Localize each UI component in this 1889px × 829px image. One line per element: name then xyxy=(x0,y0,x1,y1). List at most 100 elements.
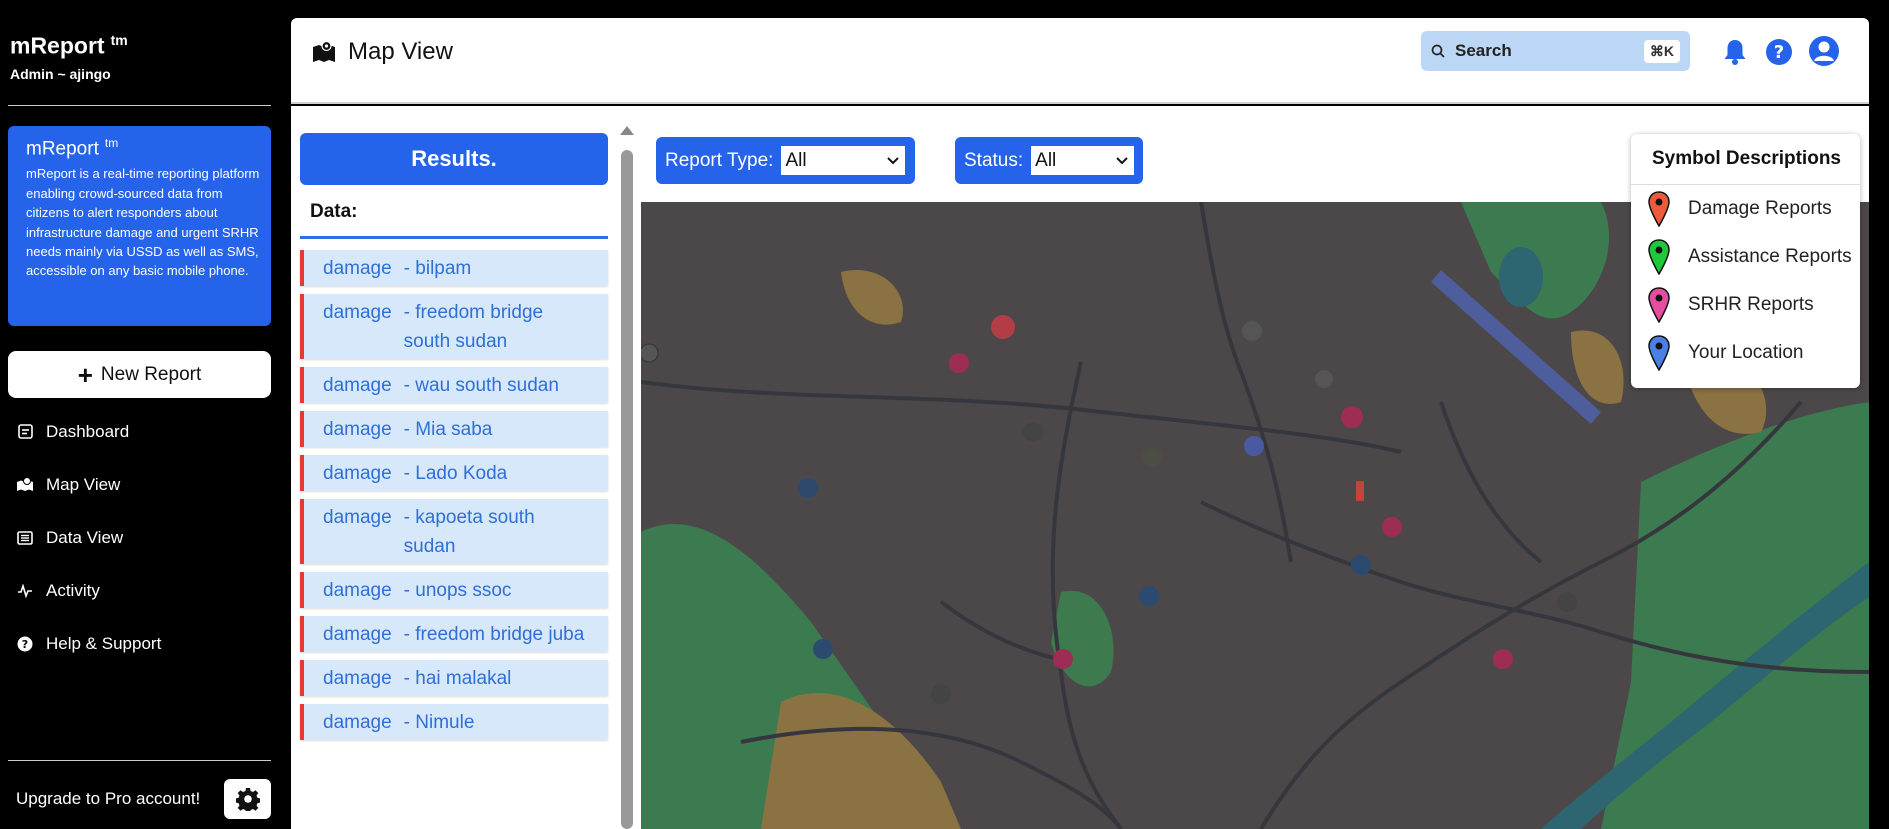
result-item[interactable]: damage - freedom bridge juba xyxy=(300,616,608,652)
result-location: - bilpam xyxy=(403,258,472,279)
plus-icon: + xyxy=(77,359,93,390)
result-type: damage xyxy=(323,580,392,601)
result-type: damage xyxy=(323,375,392,396)
legend-label: Damage Reports xyxy=(1688,198,1832,219)
sidebar-item-label: Help & Support xyxy=(46,633,162,653)
legend-label: SRHR Reports xyxy=(1688,294,1814,315)
result-type: damage xyxy=(323,712,392,733)
info-card-tm: tm xyxy=(104,136,119,150)
scroll-up-arrow-icon[interactable] xyxy=(620,126,634,135)
result-type: damage xyxy=(323,419,392,440)
report-type-select[interactable]: All xyxy=(781,146,906,175)
chevron-down-icon xyxy=(1116,156,1128,164)
result-type: damage xyxy=(323,463,392,484)
symbol-legend: Symbol Descriptions Damage Reports Assis… xyxy=(1631,134,1860,388)
result-location: - freedom bridge south sudan xyxy=(403,302,544,352)
result-item[interactable]: damage - wau south sudan xyxy=(300,367,608,403)
sidebar-item-label: Activity xyxy=(46,580,100,600)
status-label: Status: xyxy=(964,149,1024,171)
svg-text:?: ? xyxy=(1774,42,1784,63)
brand-title: mReport tm xyxy=(10,32,128,60)
result-item[interactable]: damage - Lado Koda xyxy=(300,455,608,491)
new-report-button[interactable]: + New Report xyxy=(8,351,271,398)
result-type: damage xyxy=(323,624,392,645)
sidebar-item-dashboard[interactable]: Dashboard xyxy=(16,405,271,458)
result-location: - Nimule xyxy=(403,712,475,733)
map-icon xyxy=(313,41,335,62)
status-filter: Status: All xyxy=(955,137,1143,184)
search-placeholder: Search xyxy=(1455,41,1512,60)
result-location: - Mia saba xyxy=(403,419,493,440)
sidebar-divider xyxy=(8,105,271,106)
result-item[interactable]: damage - hai malakal xyxy=(300,660,608,696)
status-value: All xyxy=(1035,149,1057,171)
status-select[interactable]: All xyxy=(1031,146,1134,175)
sidebar-item-help-support[interactable]: ? Help & Support xyxy=(16,617,271,670)
info-card-title: mReport tm xyxy=(26,136,260,160)
result-location: - wau south sudan xyxy=(403,375,559,396)
legend-label: Your Location xyxy=(1688,342,1804,363)
user-avatar-icon xyxy=(1809,36,1839,66)
sidebar-nav: Dashboard Map View Data View Activity ? … xyxy=(16,405,271,670)
result-item[interactable]: damage - freedom bridge south sudan xyxy=(300,294,608,359)
brand-name: mReport xyxy=(10,32,105,59)
question-circle-icon: ? xyxy=(1766,39,1792,65)
chevron-down-icon xyxy=(887,156,900,164)
notifications-button[interactable] xyxy=(1722,38,1748,71)
dashboard-icon xyxy=(16,424,34,439)
results-button[interactable]: Results. xyxy=(300,133,608,185)
svg-text:?: ? xyxy=(22,638,28,651)
result-list: damage - bilpam damage - freedom bridge so… xyxy=(300,250,608,740)
results-panel: Results. Data: damage - bilpam damage - fr… xyxy=(300,133,608,748)
legend-item-srhr: SRHR Reports xyxy=(1631,281,1860,329)
top-header: Map View Search ⌘K ? xyxy=(291,18,1869,104)
page-title-text: Map View xyxy=(348,38,453,65)
pink-pin-icon xyxy=(1648,287,1670,323)
result-type: damage xyxy=(323,302,392,323)
user-role: Admin ~ ajingo xyxy=(10,65,111,82)
green-pin-icon xyxy=(1648,239,1670,275)
scrollbar-thumb[interactable] xyxy=(621,150,633,829)
brand: mReport tm Admin ~ ajingo xyxy=(10,32,128,82)
report-type-label: Report Type: xyxy=(665,149,774,171)
help-icon: ? xyxy=(16,636,34,652)
result-location: - Lado Koda xyxy=(403,463,508,484)
sidebar-item-activity[interactable]: Activity xyxy=(16,564,271,617)
help-button[interactable]: ? xyxy=(1765,38,1793,71)
result-item[interactable]: damage - Nimule xyxy=(300,704,608,740)
data-divider xyxy=(300,236,608,239)
main-content: Results. Data: damage - bilpam damage - fr… xyxy=(291,106,1869,829)
blue-pin-icon xyxy=(1648,335,1670,371)
settings-button[interactable] xyxy=(224,779,271,819)
bell-icon xyxy=(1724,40,1746,65)
result-item[interactable]: damage - Mia saba xyxy=(300,411,608,447)
info-card-description: mReport is a real-time reporting platfor… xyxy=(26,166,260,279)
result-location: - hai malakal xyxy=(403,668,512,689)
sidebar-item-label: Data View xyxy=(46,527,124,547)
result-type: damage xyxy=(323,668,392,689)
sidebar-item-label: Dashboard xyxy=(46,421,130,441)
user-profile-button[interactable] xyxy=(1808,35,1840,72)
legend-item-location: Your Location xyxy=(1631,329,1860,377)
search-icon xyxy=(1431,44,1445,58)
upgrade-link[interactable]: Upgrade to Pro account! xyxy=(16,789,200,809)
search-shortcut: ⌘K xyxy=(1643,39,1680,63)
result-type: damage xyxy=(323,258,392,279)
result-item[interactable]: damage - unops ssoc xyxy=(300,572,608,608)
red-pin-icon xyxy=(1648,191,1670,227)
new-report-label: New Report xyxy=(100,363,202,385)
search-input[interactable]: Search ⌘K xyxy=(1421,31,1690,71)
legend-title: Symbol Descriptions xyxy=(1631,134,1860,185)
sidebar-item-data-view[interactable]: Data View xyxy=(16,511,271,564)
map-sand-area xyxy=(761,693,961,829)
legend-item-assistance: Assistance Reports xyxy=(1631,233,1860,281)
sidebar-item-map-view[interactable]: Map View xyxy=(16,458,271,511)
sidebar-divider xyxy=(8,760,271,761)
result-item[interactable]: damage - bilpam xyxy=(300,250,608,286)
map-icon xyxy=(16,477,34,492)
info-card: mReport tm mReport is a real-time reporti… xyxy=(8,126,271,326)
results-scrollbar[interactable] xyxy=(620,126,634,829)
legend-label: Assistance Reports xyxy=(1688,246,1852,267)
result-item[interactable]: damage - kapoeta south sudan xyxy=(300,499,608,564)
page-title: Map View xyxy=(312,38,453,66)
